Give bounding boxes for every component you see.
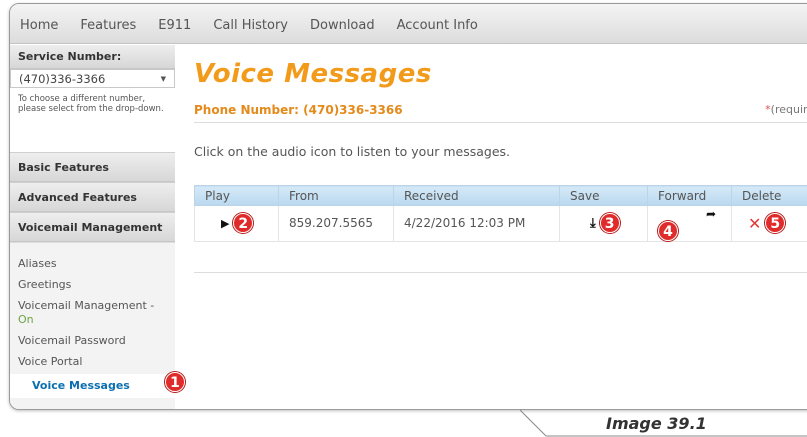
- column-header-save: Save: [559, 185, 648, 206]
- nav-download[interactable]: Download: [310, 14, 375, 33]
- content-divider: [194, 272, 807, 273]
- forward-cell: ➦ 4: [647, 205, 732, 242]
- chevron-down-icon: ▼: [160, 74, 166, 83]
- browser-window: Home Features E911 Call History Download…: [9, 3, 807, 410]
- column-header-delete: Delete: [731, 185, 807, 206]
- service-number-label: Service Number:: [10, 45, 175, 69]
- service-number-hint: To choose a different number, please sel…: [18, 94, 164, 114]
- play-cell: ▶ 2: [194, 205, 279, 242]
- table-header-row: Play From Received Save Forward Delete: [194, 185, 807, 206]
- phone-number-bar: Phone Number: (470)336-3366 *(required f…: [194, 103, 807, 123]
- column-header-from: From: [278, 185, 394, 206]
- vm-management-label: Voicemail Management -: [18, 299, 155, 312]
- nav-e911[interactable]: E911: [158, 14, 191, 33]
- column-header-forward: Forward: [647, 185, 732, 206]
- callout-badge-4: 4: [658, 220, 678, 241]
- sidebar-item-voice-portal[interactable]: Voice Portal: [10, 355, 175, 369]
- play-icon[interactable]: ▶: [221, 217, 229, 230]
- sidebar: Service Number: (470)336-3366 ▼ To choos…: [10, 45, 175, 409]
- callout-badge-2: 2: [233, 213, 254, 234]
- sidebar-item-voicemail-management[interactable]: Voicemail Management: [10, 212, 175, 242]
- top-navigation: Home Features E911 Call History Download…: [10, 4, 807, 44]
- from-cell: 859.207.5565: [278, 205, 394, 242]
- sidebar-item-voicemail-management-status[interactable]: Voicemail Management - On: [10, 299, 175, 327]
- instructions-text: Click on the audio icon to listen to you…: [194, 144, 511, 159]
- messages-table: Play From Received Save Forward Delete ▶…: [194, 185, 807, 242]
- table-row: ▶ 2 859.207.5565 4/22/2016 12:03 PM ⤓ 3 …: [194, 205, 807, 242]
- sidebar-item-advanced-features[interactable]: Advanced Features: [10, 182, 175, 212]
- download-icon[interactable]: ⤓: [590, 216, 596, 231]
- column-header-received: Received: [393, 185, 560, 206]
- nav-call-history[interactable]: Call History: [213, 14, 288, 33]
- service-number-value: (470)336-3366: [19, 71, 106, 86]
- phone-number-label: Phone Number: (470)336-3366: [194, 103, 403, 117]
- forward-arrow-icon[interactable]: ➦: [706, 207, 716, 221]
- main-content: Voice Messages Phone Number: (470)336-33…: [175, 45, 807, 409]
- save-cell: ⤓ 3: [559, 205, 648, 242]
- nav-account-info[interactable]: Account Info: [397, 14, 478, 33]
- image-caption: Image 39.1: [606, 414, 707, 433]
- required-text: (required fields: [770, 103, 807, 116]
- nav-features[interactable]: Features: [80, 14, 136, 33]
- received-cell: 4/22/2016 12:03 PM: [393, 205, 560, 242]
- callout-badge-3: 3: [599, 213, 620, 234]
- close-icon[interactable]: ✕: [748, 214, 761, 233]
- sidebar-item-voice-messages[interactable]: Voice Messages: [10, 374, 175, 398]
- voicemail-submenu: Aliases Greetings Voicemail Management -…: [10, 242, 175, 409]
- nav-home[interactable]: Home: [20, 14, 58, 33]
- callout-badge-5: 5: [765, 213, 786, 234]
- sidebar-item-basic-features[interactable]: Basic Features: [10, 152, 175, 182]
- column-header-play: Play: [194, 185, 279, 206]
- service-number-select[interactable]: (470)336-3366 ▼: [10, 69, 175, 88]
- sidebar-item-aliases[interactable]: Aliases: [10, 257, 175, 271]
- required-fields-note: *(required fields: [765, 103, 807, 122]
- callout-badge-1: 1: [165, 372, 185, 392]
- vm-status-on: On: [18, 313, 34, 326]
- sidebar-item-greetings[interactable]: Greetings: [10, 278, 175, 292]
- sidebar-item-voicemail-password[interactable]: Voicemail Password: [10, 334, 175, 348]
- page-title: Voice Messages: [194, 59, 432, 89]
- delete-cell: ✕ 5: [731, 205, 807, 242]
